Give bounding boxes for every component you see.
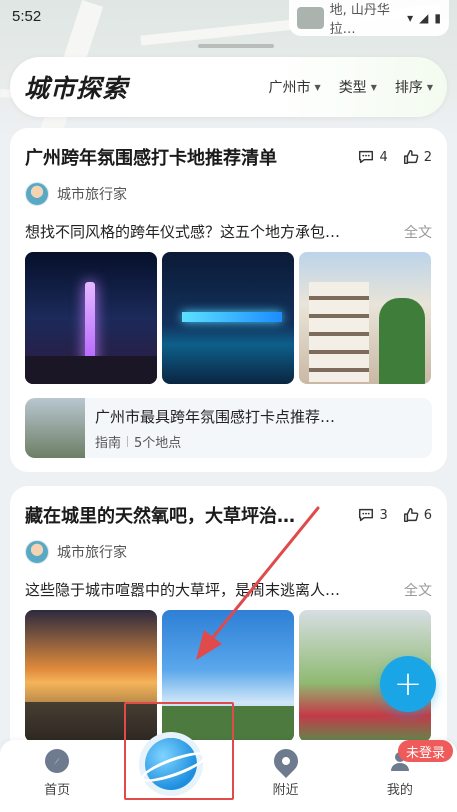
divider xyxy=(127,435,129,447)
author-row[interactable]: 城市旅行家 xyxy=(25,182,432,206)
tab-profile-label: 我的 xyxy=(386,783,413,798)
map-poi-peek[interactable]: 地, 山丹华拉… ▾ ◢ ▮ xyxy=(289,0,449,37)
photo-strip[interactable] xyxy=(25,252,432,384)
poi-peek-text: 地, 山丹华拉… xyxy=(329,3,390,37)
annotation-highlight-box xyxy=(124,702,234,800)
guide-tag: 指南 xyxy=(95,435,122,451)
filter-type[interactable]: 类型 ▼ xyxy=(339,77,377,97)
comment-icon xyxy=(359,508,374,522)
filter-type-label: 类型 xyxy=(338,80,367,96)
post-title[interactable]: 藏在城里的天然氧吧，大草坪治… xyxy=(25,502,343,528)
comment-count[interactable]: 4 xyxy=(357,148,388,166)
guide-title: 广州市最具跨年氛围感打卡点推荐… xyxy=(95,407,336,426)
tab-home-label: 首页 xyxy=(44,783,71,798)
photo-night-bridge[interactable] xyxy=(162,252,294,384)
thumbs-up-icon xyxy=(403,507,419,523)
post-excerpt: 这些隐于城市喧嚣中的大草坪，是周末逃离人… xyxy=(25,581,341,599)
comment-count[interactable]: 3 xyxy=(357,506,388,524)
status-icons: ▾ ◢ ▮ xyxy=(407,11,441,25)
tab-nearby-label: 附近 xyxy=(272,783,299,798)
like-count[interactable]: 6 xyxy=(402,506,432,524)
photo-canton-tower[interactable] xyxy=(25,252,157,384)
location-pin-icon xyxy=(268,744,303,778)
caret-down-icon: ▼ xyxy=(370,82,377,92)
like-count-value: 2 xyxy=(423,149,432,165)
drag-handle[interactable] xyxy=(198,44,274,48)
post-card[interactable]: 广州跨年氛围感打卡地推荐清单 4 2 城市旅行家 想找不同风格的跨年仪式感？这五… xyxy=(10,128,447,472)
avatar xyxy=(25,540,49,564)
add-post-button[interactable]: + xyxy=(380,656,436,712)
like-count[interactable]: 2 xyxy=(402,148,432,166)
wifi-icon: ▾ xyxy=(407,11,414,25)
status-time: 5:52 xyxy=(12,7,42,25)
author-row[interactable]: 城市旅行家 xyxy=(25,540,432,564)
guide-thumbnail xyxy=(25,398,85,458)
caret-down-icon: ▼ xyxy=(314,82,321,92)
guide-place-count: 5个地点 xyxy=(134,435,182,451)
filter-city[interactable]: 广州市 ▼ xyxy=(269,77,321,97)
header-bar: 城市探索 广州市 ▼ 类型 ▼ 排序 ▼ xyxy=(10,57,447,117)
like-count-value: 6 xyxy=(423,507,432,523)
login-status-badge[interactable]: 未登录 xyxy=(398,740,454,762)
read-full-link[interactable]: 全文 xyxy=(404,580,432,600)
avatar xyxy=(25,182,49,206)
compass-icon xyxy=(45,749,70,773)
battery-icon: ▮ xyxy=(434,11,441,25)
read-full-link[interactable]: 全文 xyxy=(404,222,432,242)
filter-group: 广州市 ▼ 类型 ▼ 排序 ▼ xyxy=(269,77,433,97)
filter-city-label: 广州市 xyxy=(268,80,311,96)
poi-thumbnail xyxy=(297,7,324,29)
author-name: 城市旅行家 xyxy=(57,187,127,203)
filter-sort-label: 排序 xyxy=(394,80,423,96)
tab-nearby[interactable]: 附近 xyxy=(246,744,326,798)
comment-icon xyxy=(359,150,374,164)
post-excerpt: 想找不同风格的跨年仪式感？这五个地方承包… xyxy=(25,223,341,241)
thumbs-up-icon xyxy=(403,149,419,165)
comment-count-value: 3 xyxy=(379,507,388,523)
tab-home[interactable]: 首页 xyxy=(17,749,97,798)
post-title[interactable]: 广州跨年氛围感打卡地推荐清单 xyxy=(25,144,343,170)
filter-sort[interactable]: 排序 ▼ xyxy=(395,77,433,97)
author-name: 城市旅行家 xyxy=(57,545,127,561)
plus-icon: + xyxy=(393,664,423,704)
app-logo: 城市探索 xyxy=(24,69,137,105)
photo-arcade-street[interactable] xyxy=(299,252,431,384)
comment-count-value: 4 xyxy=(379,149,388,165)
caret-down-icon: ▼ xyxy=(426,82,433,92)
guide-card[interactable]: 广州市最具跨年氛围感打卡点推荐… 指南 5个地点 xyxy=(25,398,432,458)
signal-icon: ◢ xyxy=(419,11,429,25)
